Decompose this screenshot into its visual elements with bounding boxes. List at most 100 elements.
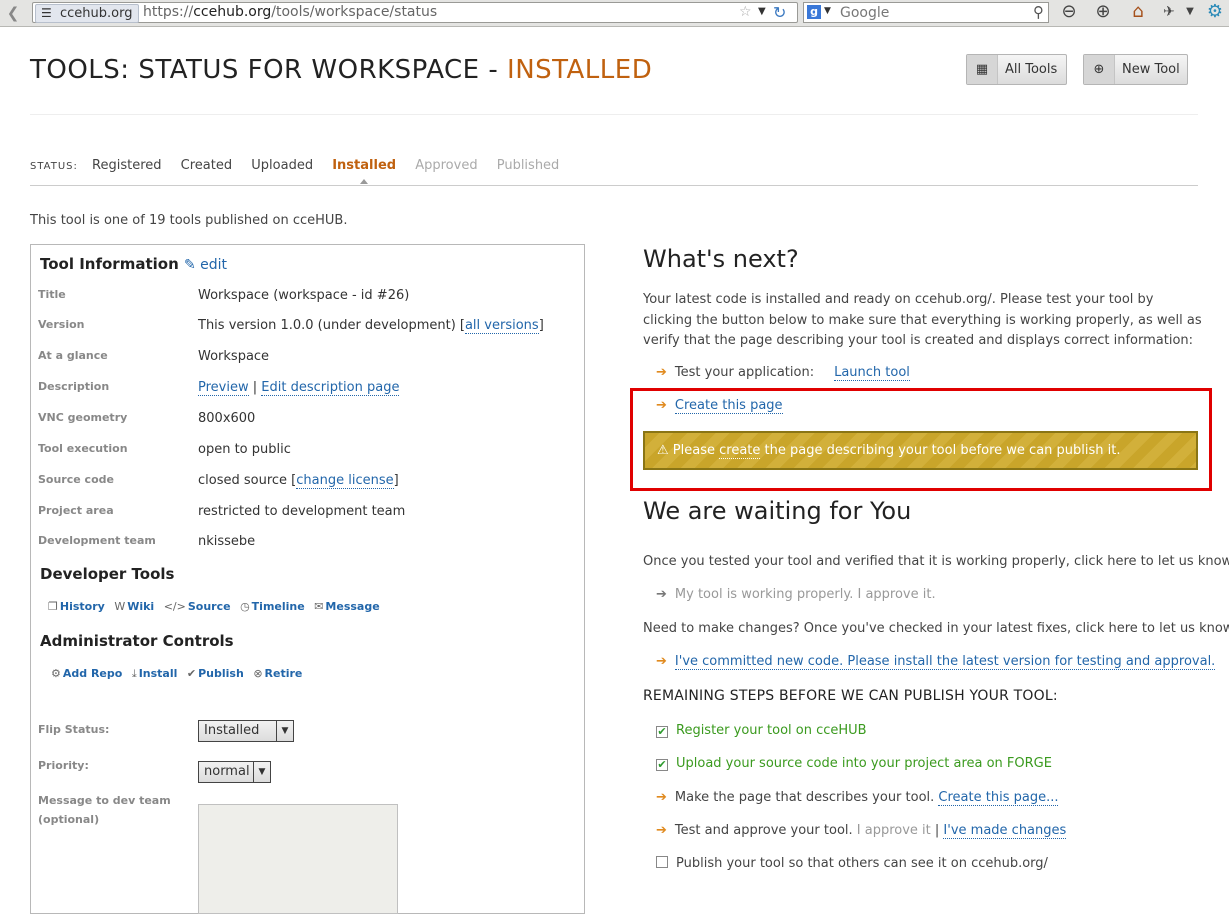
publish-label: Publish — [198, 667, 244, 680]
checkbox-checked-icon: ✔ — [656, 725, 668, 738]
message-label: Message — [325, 600, 380, 613]
flip-status-label: Flip Status: — [38, 723, 110, 736]
history-label: History — [59, 600, 105, 613]
extension-dropdown-icon[interactable]: ▼ — [1178, 1, 1202, 25]
publish-link[interactable]: ✔ Publish — [187, 667, 244, 680]
install-label: Install — [138, 667, 178, 680]
chevron-down-icon: ▼ — [253, 762, 270, 782]
browser-toolbar: ❮ ☰ ccehub.org https://ccehub.org/tools/… — [0, 0, 1229, 27]
info-row-description: Description Preview | Edit description p… — [38, 380, 578, 400]
address-bar[interactable]: ☰ ccehub.org https://ccehub.org/tools/wo… — [32, 2, 798, 23]
site-identity-badge[interactable]: ☰ ccehub.org — [35, 4, 140, 23]
flip-status-select[interactable]: Installed ▼ — [198, 720, 294, 742]
info-value: 800x600 — [198, 411, 256, 426]
step-upload: ✔ Upload your source code into your proje… — [656, 756, 1052, 774]
intro-text: This tool is one of 19 tools published o… — [30, 213, 348, 228]
add-repo-link[interactable]: ⚙ Add Repo — [51, 667, 122, 680]
create-this-page-link[interactable]: Create this page... — [938, 790, 1059, 806]
status-steps: STATUS: Registered Created Uploaded Inst… — [30, 158, 574, 176]
new-tool-button[interactable]: ⊕ New Tool — [1083, 54, 1188, 85]
status-step-installed: Installed — [332, 158, 397, 173]
approve-link[interactable]: My tool is working properly. I approve i… — [675, 587, 936, 602]
remaining-steps-heading: REMAINING STEPS BEFORE WE CAN PUBLISH YO… — [643, 688, 1058, 704]
info-label: Version — [38, 318, 85, 331]
grid-icon: ▦ — [967, 55, 998, 84]
developer-tool-links: ❐ History W Wiki </> Source ◷ Timeline ✉ Mess… — [48, 600, 386, 616]
zoom-out-icon[interactable]: ⊖ — [1057, 1, 1081, 25]
timeline-link[interactable]: ◷ Timeline — [240, 600, 305, 613]
info-row-title: Title Workspace (workspace - id #26) — [38, 288, 578, 308]
tool-info-title: Tool Information — [40, 255, 179, 273]
retire-link[interactable]: ⊗ Retire — [253, 667, 302, 680]
search-magnifier-icon[interactable]: ⚲ — [1033, 3, 1044, 21]
all-tools-button[interactable]: ▦ All Tools — [966, 54, 1067, 85]
waiting-heading: We are waiting for You — [643, 497, 912, 525]
checkbox-empty-icon — [656, 856, 668, 868]
info-row-tool-execution: Tool execution open to public — [38, 442, 578, 462]
whats-next-heading: What's next? — [643, 245, 799, 273]
status-step-uploaded: Uploaded — [251, 158, 314, 173]
message-textarea[interactable] — [198, 804, 398, 914]
info-value: Preview | Edit description page — [198, 380, 400, 396]
reload-icon[interactable]: ↻ — [773, 3, 786, 22]
back-arrow-icon[interactable]: ❮ — [2, 3, 24, 23]
step-upload-label: Upload your source code into your projec… — [676, 756, 1052, 771]
approve-item: ➔ My tool is working properly. I approve … — [656, 587, 936, 605]
info-label: Description — [38, 380, 110, 393]
site-identity-icon: ☰ — [41, 6, 52, 20]
committed-new-code-link[interactable]: I've committed new code. Please install … — [674, 654, 1216, 670]
separator: | — [248, 380, 262, 395]
info-value: Workspace — [198, 349, 270, 364]
page-title-status: INSTALLED — [507, 55, 653, 85]
tool-info-panel: Tool Information ✎ edit Title Workspace … — [30, 244, 585, 914]
approve-it-link[interactable]: I approve it — [857, 823, 931, 838]
wiki-link[interactable]: W Wiki — [114, 600, 154, 613]
edit-link[interactable]: ✎ edit — [184, 257, 227, 273]
url-scheme: https:// — [143, 4, 194, 20]
info-value: This version 1.0.0 (under development) [… — [198, 318, 544, 334]
info-row-version: Version This version 1.0.0 (under develo… — [38, 318, 578, 338]
version-text: This version 1.0.0 (under development) [ — [198, 318, 465, 333]
step-test-approve: ➔ Test and approve your tool. I approve i… — [656, 823, 1067, 841]
all-versions-link[interactable]: all versions — [464, 318, 539, 334]
zoom-in-icon[interactable]: ⊕ — [1091, 1, 1115, 25]
tool-info-heading: Tool Information ✎ edit — [40, 255, 227, 273]
info-row-vnc-geometry: VNC geometry 800x600 — [38, 411, 578, 431]
edit-description-link[interactable]: Edit description page — [261, 380, 400, 396]
url-history-dropdown-icon[interactable]: ▼ — [758, 6, 766, 17]
search-engine-dropdown-icon[interactable]: ▼ — [824, 6, 831, 16]
message-link[interactable]: ✉ Message — [314, 600, 379, 613]
priority-select[interactable]: normal ▼ — [198, 761, 271, 783]
admin-controls-heading: Administrator Controls — [40, 632, 234, 650]
home-icon[interactable]: ⌂ — [1126, 1, 1150, 25]
change-license-link[interactable]: change license — [296, 473, 394, 489]
message-label-line1: Message to dev team — [38, 794, 171, 807]
retire-label: Retire — [264, 667, 303, 680]
source-link[interactable]: </> Source — [164, 600, 231, 613]
bookmark-star-icon[interactable]: ☆ — [739, 4, 752, 20]
step-publish: Publish your tool so that others can see… — [656, 856, 1048, 874]
step-test-approve-label: Test and approve your tool. — [674, 823, 857, 838]
new-tool-label: New Tool — [1122, 62, 1180, 77]
preview-link[interactable]: Preview — [198, 380, 249, 396]
history-link[interactable]: ❐ History — [48, 600, 105, 613]
source-label: Source — [187, 600, 231, 613]
made-changes-link[interactable]: I've made changes — [943, 823, 1067, 839]
info-row-project-area: Project area restricted to development t… — [38, 504, 578, 524]
info-label: Source code — [38, 473, 114, 486]
checkbox-checked-icon: ✔ — [656, 758, 668, 771]
page-title-prefix: TOOLS: STATUS FOR WORKSPACE - — [30, 55, 508, 85]
info-value: restricted to development team — [198, 504, 406, 519]
search-engine-icon[interactable]: g — [807, 5, 821, 19]
admin-control-links: ⚙ Add Repo ⤓ Install ✔ Publish ⊗ Retire — [51, 667, 308, 683]
search-input[interactable]: Google — [840, 4, 889, 22]
status-divider — [30, 185, 1198, 186]
install-link[interactable]: ⤓ Install — [132, 667, 178, 680]
url-text[interactable]: https://ccehub.org/tools/workspace/statu… — [143, 3, 437, 22]
site-identity-label: ccehub.org — [60, 6, 133, 21]
launch-tool-button[interactable]: Launch tool — [834, 365, 910, 381]
step-publish-label: Publish your tool so that others can see… — [676, 856, 1048, 871]
search-box[interactable]: g ▼ Google ⚲ — [803, 2, 1049, 23]
step-make-page-label: Make the page that describes your tool. — [674, 790, 939, 805]
network-icon[interactable]: ⚙ — [1203, 1, 1227, 25]
